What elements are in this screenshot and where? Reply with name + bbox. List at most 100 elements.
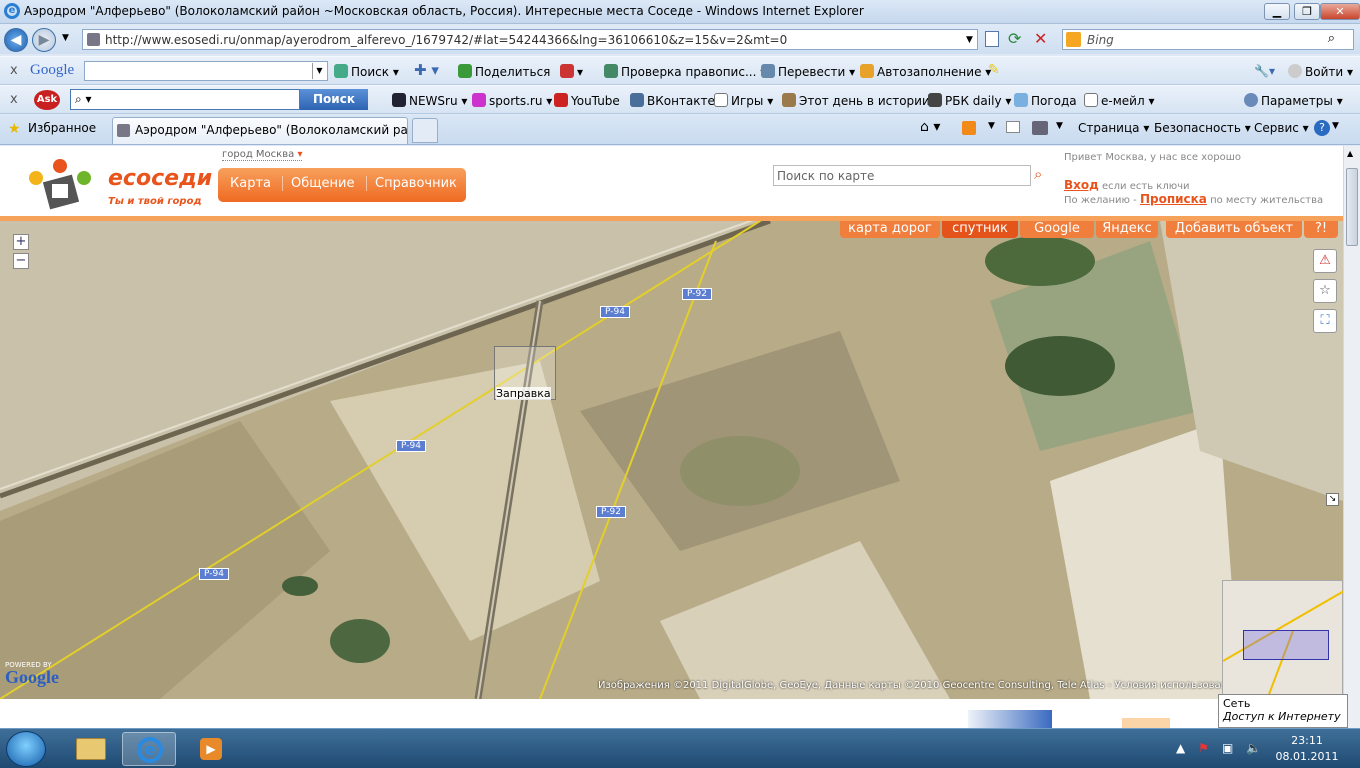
link-this-day[interactable]: Этот день в истории ▾ (782, 93, 940, 108)
site-favicon-icon (87, 33, 100, 46)
nav-directory[interactable]: Справочник (366, 176, 457, 191)
close-toolbar-icon[interactable]: x (10, 92, 18, 107)
show-hidden-icons[interactable]: ▲ (1176, 741, 1185, 755)
translate-button[interactable]: Перевести ▾ (761, 64, 855, 79)
login-link[interactable]: Вход (1064, 178, 1099, 192)
map-copyright[interactable]: Изображения ©2011 DigitalGlobe, GeoEye, … (598, 680, 1240, 691)
compatibility-view-icon[interactable] (985, 31, 999, 47)
new-tab-button[interactable] (412, 118, 438, 143)
vk-icon (630, 93, 644, 107)
network-icon[interactable]: ▣ (1222, 741, 1233, 755)
nav-social[interactable]: Общение (282, 176, 354, 191)
zoom-out-button[interactable]: − (13, 253, 29, 269)
wrench-icon[interactable]: 🔧▾ (1254, 64, 1275, 78)
page-menu[interactable]: Страница ▾ (1078, 121, 1149, 135)
autofill-button[interactable]: Автозаполнение ▾ (860, 64, 991, 79)
help-icon[interactable]: ? (1314, 120, 1330, 136)
maximize-button[interactable]: ❐ (1294, 3, 1320, 20)
warning-icon[interactable]: ⚠ (1313, 249, 1337, 273)
search-icon[interactable]: ⌕ (1328, 31, 1335, 46)
print-icon[interactable] (1032, 121, 1048, 135)
scroll-up-icon[interactable]: ▲ (1347, 149, 1353, 158)
volume-icon[interactable]: 🔈 (1246, 741, 1261, 755)
ask-search-input[interactable]: ⌕ ▾ (70, 89, 300, 110)
ie-taskbar-button[interactable]: e (122, 732, 176, 766)
rss-feed-icon[interactable] (962, 121, 976, 135)
minimize-button[interactable]: ▁ (1264, 3, 1290, 20)
spellcheck-button[interactable]: Проверка правопис... ▾ (604, 64, 766, 79)
zoom-in-button[interactable]: + (13, 234, 29, 250)
highlighter-icon[interactable]: ✎ (988, 62, 1000, 78)
star-icon[interactable]: ☆ (1313, 279, 1337, 303)
page-scrollbar[interactable]: ▲ (1343, 146, 1360, 728)
forward-button[interactable]: ▶ (32, 28, 56, 52)
stop-icon[interactable]: ✕ (1034, 29, 1047, 48)
pagerank-icon[interactable]: ▾ (560, 64, 583, 79)
ask-search-button[interactable]: Поиск (300, 89, 368, 110)
tab-active[interactable]: Аэродром "Алферьево" (Волоколамский райо… (112, 117, 408, 144)
google-search-icon (334, 64, 348, 78)
clock[interactable]: 23:11 08.01.2011 (1272, 733, 1342, 765)
map-tab-satellite[interactable]: спутник (942, 221, 1018, 238)
poi-marker[interactable]: Заправка (494, 346, 556, 400)
link-youtube[interactable]: YouTube (554, 93, 620, 108)
map-search-input[interactable]: Поиск по карте (773, 165, 1031, 186)
explorer-taskbar-button[interactable] (64, 732, 118, 766)
register-link[interactable]: Прописка (1140, 192, 1207, 206)
overview-map[interactable] (1222, 580, 1343, 697)
overview-viewport[interactable] (1243, 630, 1329, 660)
link-games[interactable]: Игры ▾ (714, 93, 773, 108)
city-selector[interactable]: город Москва ▾ (222, 149, 303, 161)
share-button[interactable]: Поделиться (458, 64, 550, 79)
flag-icon[interactable]: ⚑ (1198, 741, 1209, 755)
help-dropdown-icon[interactable]: ▼ (1332, 121, 1339, 131)
start-button[interactable] (6, 731, 46, 767)
games-icon (714, 93, 728, 107)
close-toolbar-icon[interactable]: x (10, 63, 18, 78)
overview-toggle-icon[interactable]: ↘ (1326, 493, 1339, 506)
rss-dropdown-icon[interactable]: ▼ (988, 121, 995, 131)
tools-menu[interactable]: Сервис ▾ (1254, 121, 1309, 135)
bing-search-box[interactable]: Bing ⌕ (1062, 29, 1354, 50)
close-window-button[interactable]: ✕ (1320, 3, 1360, 20)
history-dropdown-icon[interactable]: ▼ (62, 33, 69, 43)
back-button[interactable]: ◀ (4, 28, 28, 52)
print-dropdown-icon[interactable]: ▼ (1056, 121, 1063, 131)
search-icon: ⌕ ▾ (75, 92, 92, 106)
brand-slogan: Ты и твой город (108, 196, 202, 207)
mail-icon[interactable] (1006, 121, 1020, 133)
link-newsru[interactable]: NEWSru ▾ (392, 93, 467, 108)
greeting-text: Привет Москва, у нас все хорошо (1064, 152, 1242, 163)
map-tab-roads[interactable]: карта дорог (840, 221, 940, 238)
settings-button[interactable]: Параметры ▾ (1244, 93, 1343, 108)
scroll-thumb[interactable] (1346, 168, 1358, 246)
link-sports[interactable]: sports.ru ▾ (472, 93, 552, 108)
link-vkontakte[interactable]: ВКонтакте (630, 93, 715, 108)
refresh-icon[interactable]: ⟳ (1008, 29, 1021, 48)
satellite-map[interactable]: карта дорог спутник Google Яндекс Добави… (0, 221, 1343, 699)
add-object-button[interactable]: Добавить объект (1166, 221, 1302, 238)
map-tab-google[interactable]: Google (1020, 221, 1094, 238)
address-field[interactable]: http://www.esosedi.ru/onmap/ayerodrom_al… (82, 29, 978, 50)
map-tab-yandex[interactable]: Яндекс (1096, 221, 1158, 238)
link-email[interactable]: е-мейл ▾ (1084, 93, 1154, 108)
fullscreen-icon[interactable]: ⛶ (1313, 309, 1337, 333)
google-search-button[interactable]: Поиск ▾ (334, 64, 399, 79)
map-search-icon[interactable]: ⌕ (1034, 165, 1042, 183)
address-dropdown-icon[interactable]: ▼ (966, 35, 973, 45)
link-weather[interactable]: Погода (1014, 93, 1077, 108)
favorites-star-icon[interactable]: ★ (8, 121, 21, 137)
signin-button[interactable]: Войти ▾ (1288, 64, 1353, 79)
home-icon[interactable]: ⌂ ▾ (920, 119, 940, 135)
media-player-taskbar-button[interactable]: ▶ (184, 732, 238, 766)
link-rbc[interactable]: РБК daily ▾ (928, 93, 1011, 108)
sports-icon (472, 93, 486, 107)
nav-map[interactable]: Карта (230, 176, 271, 191)
google-toolbar: x Google ▼ Поиск ▾ ✚ ▾ Поделиться ▾ Пров… (0, 56, 1360, 85)
favorites-button[interactable]: Избранное (28, 121, 96, 135)
safety-menu[interactable]: Безопасность ▾ (1154, 121, 1251, 135)
feedback-button[interactable]: ?! (1304, 221, 1338, 238)
plus-icon[interactable]: ✚ ▾ (414, 61, 439, 79)
google-search-input[interactable]: ▼ (84, 61, 328, 81)
site-logo[interactable]: eсоседи Ты и твой город (22, 158, 212, 216)
